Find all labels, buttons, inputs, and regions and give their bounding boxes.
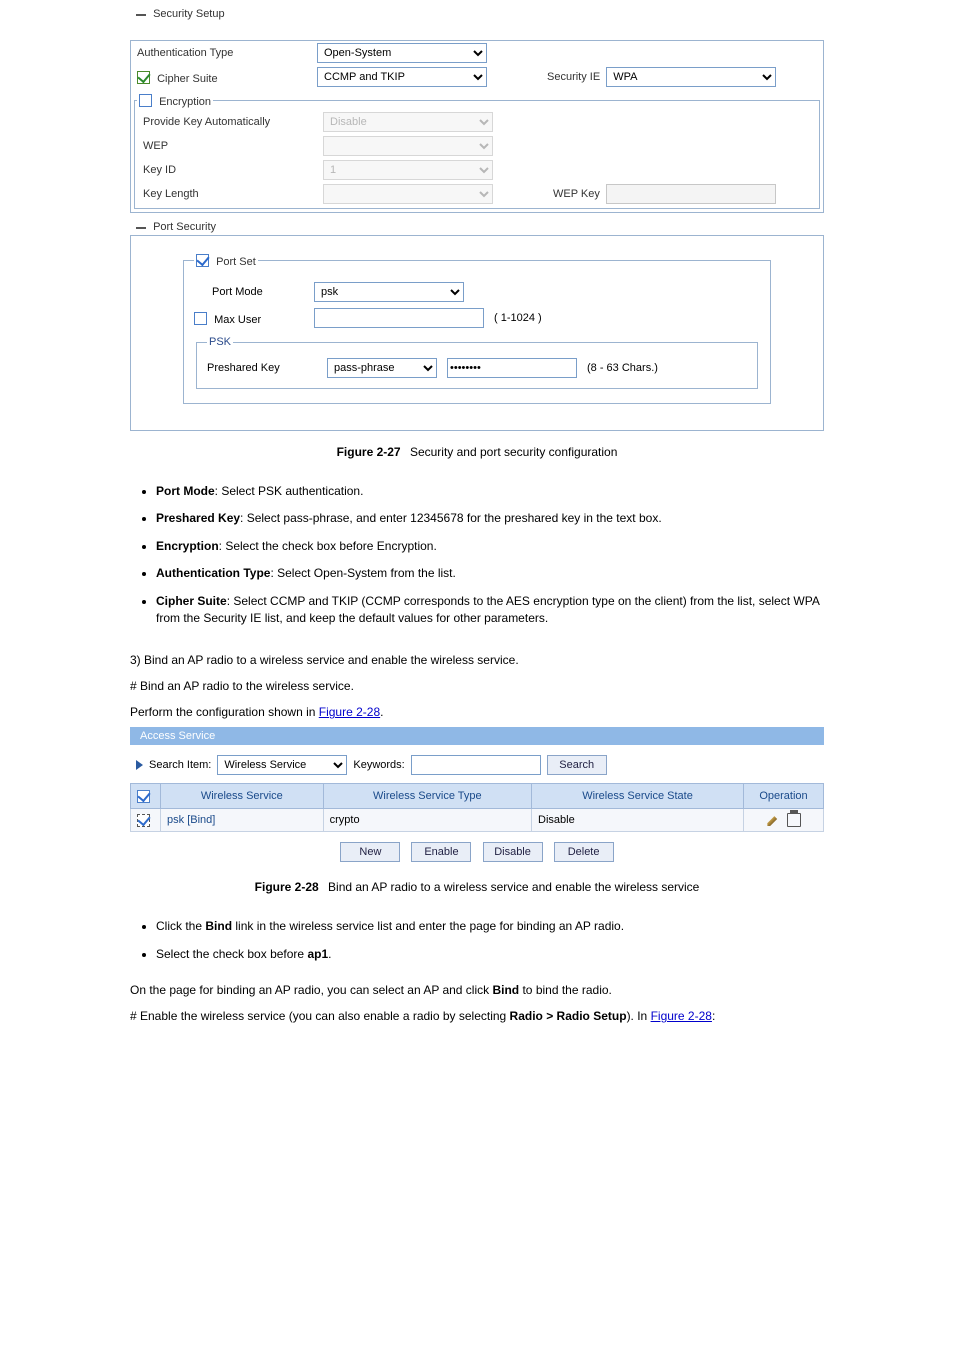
list-item: Cipher Suite: Select CCMP and TKIP (CCMP… <box>156 593 824 628</box>
keylen-select <box>323 184 493 204</box>
new-button[interactable]: New <box>340 842 400 862</box>
preshared-key-input[interactable] <box>447 358 577 378</box>
col-wireless-service-state: Wireless Service State <box>532 784 744 809</box>
portset-legend: Port Set <box>216 256 256 268</box>
tab-bar: Access Service <box>130 727 824 745</box>
step-heading: 3) Bind an AP radio to a wireless servic… <box>130 653 824 667</box>
search-button[interactable]: Search <box>547 755 607 775</box>
portset-fieldset: Port Set Port Mode psk Max User ( 1-1024… <box>183 252 771 404</box>
figure-caption-2: Figure 2-28 Bind an AP radio to a wirele… <box>130 880 824 894</box>
figure-crossref[interactable]: Figure 2-28 <box>651 1009 712 1023</box>
provide-key-select: Disable <box>323 112 493 132</box>
auth-type-label: Authentication Type <box>137 47 317 59</box>
config-notes-list: Port Mode: Select PSK authentication. Pr… <box>156 483 824 627</box>
col-wireless-service: Wireless Service <box>161 784 324 809</box>
provide-key-label: Provide Key Automatically <box>143 116 323 128</box>
maxuser-label: Max User <box>194 310 304 326</box>
figure-crossref[interactable]: Figure 2-28 <box>319 705 380 719</box>
enable-button[interactable]: Enable <box>411 842 471 862</box>
paragraph: # Enable the wireless service (you can a… <box>130 1009 824 1023</box>
tab-access-service[interactable]: Access Service <box>140 730 215 742</box>
list-item: Encryption: Select the check box before … <box>156 538 824 555</box>
wep-label: WEP <box>143 140 323 152</box>
maxuser-checkbox[interactable] <box>194 312 207 325</box>
keylen-label: Key Length <box>143 188 323 200</box>
keywords-input[interactable] <box>411 755 541 775</box>
search-item-label: Search Item: <box>149 759 211 771</box>
list-item: Click the Bind link in the wireless serv… <box>156 918 824 935</box>
collapse-icon[interactable] <box>136 227 146 229</box>
security-setup-header: Security Setup <box>136 8 824 20</box>
preshared-label: Preshared Key <box>207 362 317 374</box>
wep-select <box>323 136 493 156</box>
wepkey-input <box>606 184 776 204</box>
bind-link[interactable]: [Bind] <box>187 814 215 826</box>
table-row: psk [Bind] crypto Disable <box>131 809 824 832</box>
col-wireless-service-type: Wireless Service Type <box>323 784 531 809</box>
wepkey-label: WEP Key <box>553 188 600 200</box>
cipher-suite-checkbox[interactable] <box>137 71 150 84</box>
list-item: Authentication Type: Select Open-System … <box>156 565 824 582</box>
row-checkbox[interactable] <box>137 814 150 827</box>
list-item: Port Mode: Select PSK authentication. <box>156 483 824 500</box>
portset-checkbox[interactable] <box>196 254 209 267</box>
encryption-fieldset: Encryption Provide Key Automatically Dis… <box>134 92 820 209</box>
preshared-hint: (8 - 63 Chars.) <box>587 362 658 374</box>
search-item-select[interactable]: Wireless Service <box>217 755 347 775</box>
paragraph: On the page for binding an AP radio, you… <box>130 983 824 997</box>
port-security-header: Port Security <box>136 221 824 233</box>
psk-legend: PSK <box>207 336 233 348</box>
cipher-suite-label: Cipher Suite <box>137 69 317 85</box>
col-operation: Operation <box>744 784 824 809</box>
select-all-checkbox[interactable] <box>137 790 150 803</box>
portmode-label: Port Mode <box>194 286 304 298</box>
cell-state: Disable <box>532 809 744 832</box>
security-panel: Authentication Type Open-System Cipher S… <box>130 40 824 213</box>
expand-icon[interactable] <box>136 760 143 770</box>
figure-caption-1: Figure 2-27 Security and port security c… <box>130 445 824 459</box>
encryption-legend: Encryption <box>159 96 211 108</box>
port-security-panel: Port Set Port Mode psk Max User ( 1-1024… <box>130 235 824 431</box>
collapse-icon[interactable] <box>136 14 146 16</box>
edit-icon[interactable] <box>766 813 780 827</box>
auth-type-select[interactable]: Open-System <box>317 43 487 63</box>
list-item: Preshared Key: Select pass-phrase, and e… <box>156 510 824 527</box>
cipher-suite-select[interactable]: CCMP and TKIP <box>317 67 487 87</box>
preshared-type-select[interactable]: pass-phrase <box>327 358 437 378</box>
bind-notes-list: Click the Bind link in the wireless serv… <box>156 918 824 963</box>
list-item: Select the check box before ap1. <box>156 946 824 963</box>
delete-button[interactable]: Delete <box>554 842 614 862</box>
keywords-label: Keywords: <box>353 759 404 771</box>
step-text: # Bind an AP radio to the wireless servi… <box>130 679 824 693</box>
step-text: Perform the configuration shown in Figur… <box>130 705 824 719</box>
access-service-panel: Access Service Search Item: Wireless Ser… <box>130 727 824 866</box>
maxuser-input[interactable] <box>314 308 484 328</box>
encryption-checkbox[interactable] <box>139 94 152 107</box>
security-ie-label: Security IE <box>547 71 600 83</box>
keyid-label: Key ID <box>143 164 323 176</box>
portmode-select[interactable]: psk <box>314 282 464 302</box>
keyid-select: 1 <box>323 160 493 180</box>
cell-type: crypto <box>323 809 531 832</box>
maxuser-hint: ( 1-1024 ) <box>494 312 542 324</box>
service-name-link[interactable]: psk <box>167 814 184 826</box>
disable-button[interactable]: Disable <box>483 842 543 862</box>
wireless-service-table: Wireless Service Wireless Service Type W… <box>130 783 824 832</box>
security-ie-select[interactable]: WPA <box>606 67 776 87</box>
psk-fieldset: PSK Preshared Key pass-phrase (8 - 63 Ch… <box>196 336 758 389</box>
delete-icon[interactable] <box>787 813 801 827</box>
